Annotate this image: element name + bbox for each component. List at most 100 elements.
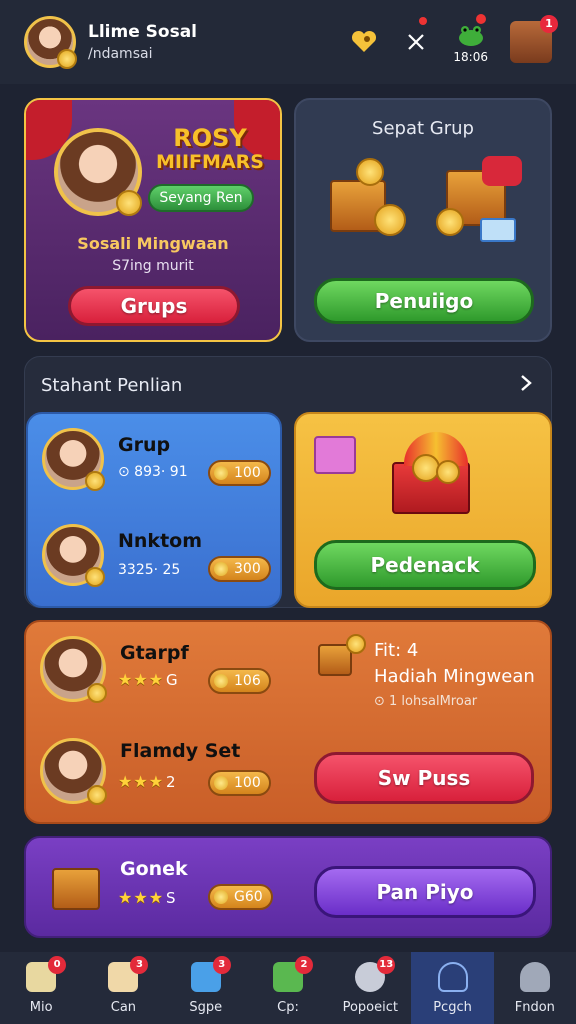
coin-chip: 100 (208, 460, 271, 486)
stars-icon: ★★★ (118, 670, 165, 689)
nav-item-mio[interactable]: 0 Mio (0, 952, 82, 1024)
member-avatar[interactable] (42, 428, 105, 491)
group-list-card: Grup ⊙ 893· 91 100 Nnktom 3325· 25 300 (26, 412, 282, 608)
bonus-card: Gonek ★★★ S G60 Pan Piyo (24, 836, 552, 938)
coin-icon (116, 190, 142, 216)
nav-badge: 0 (48, 955, 67, 974)
stars-icon: ★★★ (118, 772, 165, 791)
weekly-reward-title: Hadiah Mingwean (374, 666, 535, 687)
coin-chip: 100 (208, 770, 271, 796)
nav-badge: 2 (294, 955, 313, 974)
star-count: 2 (166, 773, 177, 791)
weekly-claim-button[interactable]: Sw Puss (314, 752, 534, 804)
reward-card: Pedenack (294, 412, 552, 608)
nav-label: Cp: (277, 999, 299, 1015)
bonus-play-button[interactable]: Pan Piyo (314, 866, 536, 918)
user-icon (519, 961, 550, 992)
member-score: ⊙ 893· 91 (118, 464, 188, 480)
map-icon: 0 (26, 955, 67, 992)
member-name: Nnktom (118, 530, 202, 552)
coin-icon (374, 204, 406, 236)
nav-item-popoeict[interactable]: 13 Popoeict (329, 952, 411, 1024)
gift-box-icon (314, 436, 356, 474)
promo-avatar (54, 128, 142, 216)
puzzle-icon: 3 (190, 955, 231, 992)
weekly-reward-card: Gtarpf ★★★ G 106 Flamdy Set ★★★ 2 100 Sw P… (24, 620, 552, 824)
shell-icon: 13 (355, 955, 396, 992)
game-logo: ROSY MIIFMARS (146, 126, 274, 174)
bonus-name: Gonek (120, 858, 188, 880)
profile-thumbnail[interactable]: 1 (510, 15, 558, 63)
coin-icon (436, 460, 460, 484)
clock-time: 18:06 (453, 50, 488, 64)
notification-dot (419, 17, 428, 25)
frog-icon[interactable] (456, 14, 486, 50)
group-card-title: Sepat Grup (372, 118, 474, 139)
top-bar: Llime Sosal /ndamsai 18:06 1 (0, 0, 576, 84)
coin-icon (85, 567, 105, 587)
nav-badge: 3 (212, 955, 231, 974)
bottom-nav: 0 Mio 3 Can 3 Sgpe 2 Cp: 13 Popoeict Pcgch Fn… (0, 952, 576, 1024)
member-avatar[interactable] (40, 636, 107, 703)
member-score: 3325· 25 (118, 562, 181, 578)
nav-item-cp[interactable]: 2 Cp: (247, 952, 329, 1024)
nav-badge: 13 (377, 955, 396, 974)
coin-icon (85, 471, 105, 491)
coin-icon (346, 634, 366, 654)
nav-label: Sgpe (189, 999, 223, 1015)
star-rating: ★★★ G (118, 670, 179, 689)
star-rating: ★★★ 2 (118, 772, 177, 791)
nav-item-pcgch[interactable]: Pcgch (411, 952, 494, 1024)
close-icon[interactable] (401, 17, 431, 57)
stars-icon: ★★★ (118, 888, 165, 907)
cash-icon (480, 218, 516, 242)
user-outline-icon (437, 961, 468, 992)
cards-icon: 3 (108, 955, 149, 992)
nav-label: Mio (29, 999, 53, 1015)
player-avatar[interactable] (24, 16, 77, 69)
member-avatar[interactable] (42, 524, 105, 587)
red-ribbon-icon (482, 156, 522, 186)
nav-label: Pcgch (433, 999, 472, 1015)
nav-item-sgpe[interactable]: 3 Sgpe (165, 952, 247, 1024)
coin-icon (356, 158, 384, 186)
promo-pill: Seyang Ren (148, 184, 254, 212)
star-rating: ★★★ S (118, 888, 177, 907)
clock: 18:06 (453, 14, 488, 64)
group-card: Sepat Grup Penuiigo (294, 98, 552, 342)
chevron-right-icon[interactable] (519, 373, 533, 397)
weekly-reward-subtitle: ⊙ 1 lohsalMroar (374, 694, 478, 709)
nav-label: Popoeict (342, 999, 398, 1015)
weekly-promo-card: ROSY MIIFMARS Seyang Ren Sosali Mingwaan… (24, 98, 282, 342)
fit-label: Fit: 4 (374, 640, 419, 661)
coin-chip: 106 (208, 668, 271, 694)
nav-item-can[interactable]: 3 Can (82, 952, 164, 1024)
group-action-button[interactable]: Penuiigo (314, 278, 534, 324)
nav-label: Can (110, 999, 137, 1015)
logo-line-1: ROSY (173, 124, 247, 152)
coin-chip: G60 (208, 884, 273, 910)
heart-key-icon[interactable] (349, 27, 379, 57)
groups-button[interactable]: Grups (68, 286, 240, 326)
leaf-icon: 2 (272, 955, 313, 992)
member-name: Grup (118, 434, 171, 456)
member-name: Flamdy Set (120, 740, 241, 762)
player-info: Llime Sosal /ndamsai (88, 22, 197, 62)
nav-badge: 3 (130, 955, 149, 974)
star-count: G (166, 671, 179, 689)
coin-icon (87, 683, 107, 703)
star-count: S (166, 889, 177, 907)
member-avatar[interactable] (40, 738, 107, 805)
promo-title: Sosali Mingwaan (77, 234, 229, 253)
notification-badge: 1 (540, 15, 558, 33)
promo-description: S7ing murit (112, 258, 194, 274)
coin-icon (436, 208, 464, 236)
reward-button[interactable]: Pedenack (314, 540, 536, 590)
member-name: Gtarpf (120, 642, 189, 664)
player-subtitle: /ndamsai (88, 46, 153, 62)
coin-icon (57, 49, 77, 69)
app-root: Llime Sosal /ndamsai 18:06 1 ROSY MIIFMA… (0, 0, 576, 1024)
nav-label: Fndon (514, 999, 555, 1015)
coin-icon (87, 785, 107, 805)
nav-item-fndon[interactable]: Fndon (494, 952, 576, 1024)
